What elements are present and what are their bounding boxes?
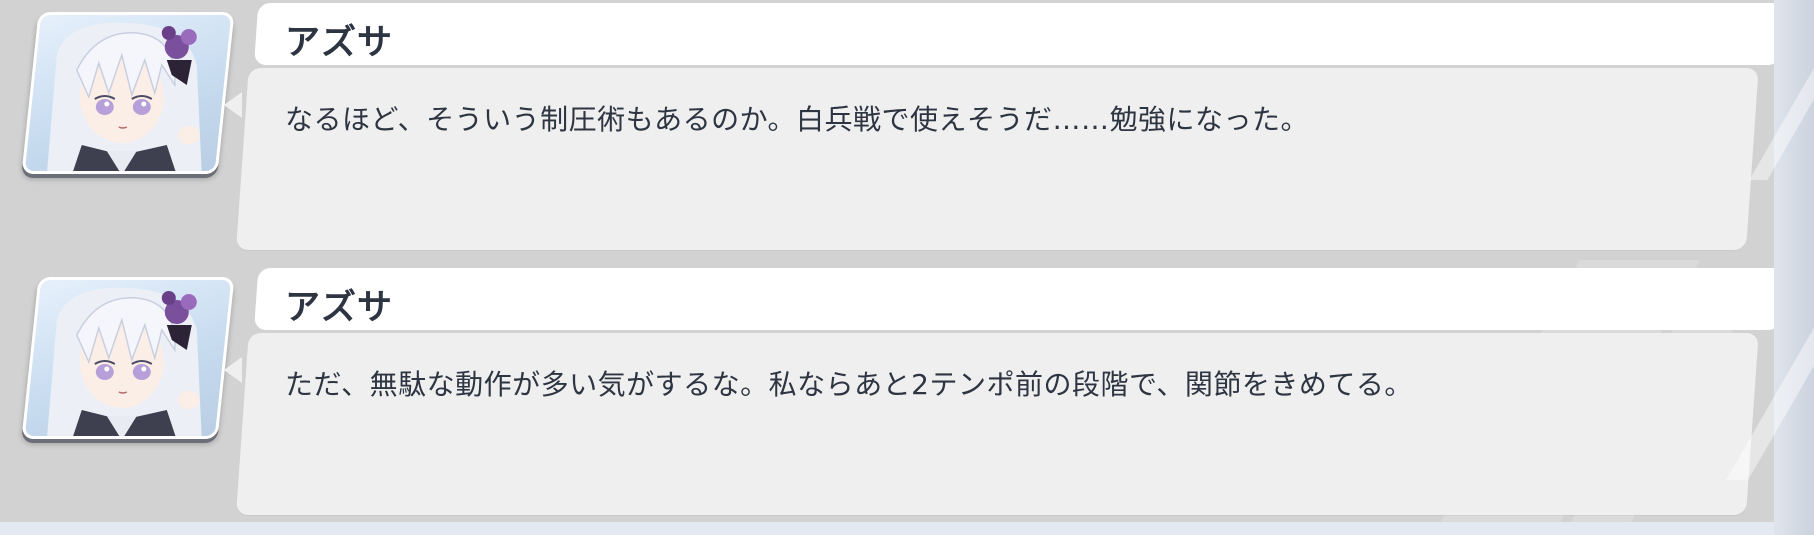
dialogue-text: ただ、無駄な動作が多い気がするな。私ならあと2テンポ前の段階で、関節をきめてる。	[285, 368, 1413, 401]
speaker-name: アズサ	[285, 23, 394, 63]
message-log-panel[interactable]: アズサ なるほど、そういう制圧術もあるのか。白兵戦で使えそうだ……勉強になった。	[0, 0, 1790, 522]
background-edge	[1726, 0, 1814, 535]
name-plate	[254, 268, 1785, 330]
log-entry[interactable]: アズサ なるほど、そういう制圧術もあるのか。白兵戦で使えそうだ……勉強になった。	[0, 0, 1790, 255]
character-portrait-icon	[46, 22, 202, 174]
speaker-name: アズサ	[285, 288, 394, 328]
log-entry[interactable]: アズサ ただ、無駄な動作が多い気がするな。私ならあと2テンポ前の段階で、関節をき…	[0, 265, 1790, 520]
avatar	[21, 12, 235, 174]
dialogue-text: なるほど、そういう制圧術もあるのか。白兵戦で使えそうだ……勉強になった。	[285, 103, 1310, 136]
avatar	[21, 277, 235, 439]
dialogue-bubble	[236, 68, 1759, 250]
name-plate	[254, 3, 1785, 65]
character-portrait-icon	[46, 287, 202, 439]
bubble-tail	[224, 92, 242, 118]
bubble-tail	[224, 357, 242, 383]
dialogue-bubble	[236, 333, 1759, 515]
